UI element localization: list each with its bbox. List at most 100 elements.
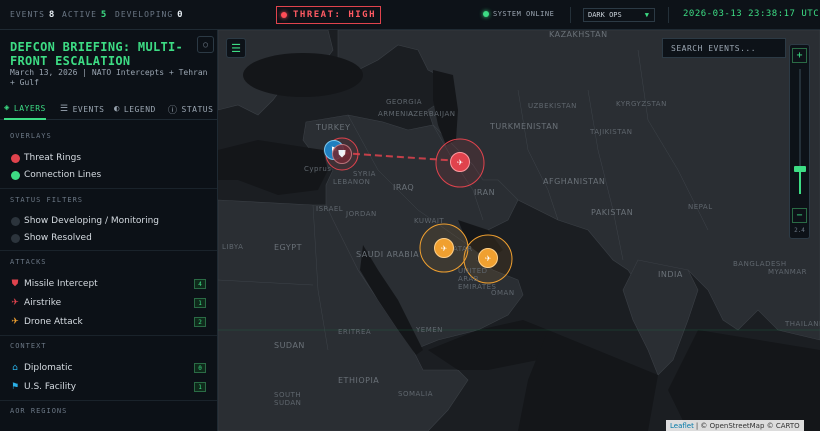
map-label: JORDAN <box>346 210 377 218</box>
airstrike-marker[interactable]: ✈ <box>450 152 470 172</box>
shield-icon: ⛊ <box>11 279 19 289</box>
threat-level-badge: THREAT: HIGH <box>276 6 381 24</box>
drone-attack-marker[interactable]: ✈ <box>434 238 454 258</box>
map-label: IRAN <box>474 188 496 197</box>
toggle-show-resolved[interactable]: Show Resolved <box>10 231 210 245</box>
map-label: BANGLADESH <box>733 260 787 268</box>
events-stat: EVENTS 8 <box>10 10 55 20</box>
map-menu-button[interactable]: ☰ <box>226 38 246 58</box>
filter-drone-attack[interactable]: ✈ Drone Attack 2 <box>10 315 210 329</box>
tab-legend[interactable]: ◐ LEGEND <box>114 98 156 120</box>
tab-events[interactable]: ☰ EVENTS <box>60 98 104 120</box>
divider <box>0 250 217 251</box>
drone-icon: ✈ <box>440 242 448 254</box>
info-icon: ⓘ <box>168 105 178 116</box>
map-label: SUDAN <box>274 341 305 350</box>
map-label: SAUDI ARABIA <box>356 250 420 259</box>
section-aor-regions: AOR REGIONS <box>10 407 68 415</box>
divider <box>0 400 217 401</box>
count-badge: 1 <box>194 298 206 308</box>
system-status-label: SYSTEM ONLINE <box>493 10 555 18</box>
map-label: IRAQ <box>393 183 415 192</box>
filter-label: Diplomatic <box>24 363 73 373</box>
map-label: EGYPT <box>274 243 302 252</box>
toggle-show-developing[interactable]: Show Developing / Monitoring <box>10 214 210 228</box>
briefing-title: DEFCON BRIEFING: MULTI-FRONT ESCALATION <box>10 40 184 68</box>
map-label: THAILAND <box>785 320 820 328</box>
map-label: ETHIOPIA <box>338 376 380 385</box>
tab-status[interactable]: ⓘ STATUS <box>168 98 213 120</box>
toggle-off-icon <box>10 233 20 243</box>
attribution-text: | © OpenStreetMap © CARTO <box>695 421 800 430</box>
palette-icon: ◐ <box>114 104 120 114</box>
zoom-slider-fill <box>799 169 801 194</box>
active-label: ACTIVE <box>62 10 97 19</box>
section-status-filters: STATUS FILTERS <box>10 196 84 204</box>
leaflet-link[interactable]: Leaflet <box>670 422 694 430</box>
map-label: GEORGIA <box>386 98 422 106</box>
section-context: CONTEXT <box>10 342 47 350</box>
tab-legend-label: LEGEND <box>123 104 156 114</box>
toggle-connection-lines[interactable]: Connection Lines <box>10 168 210 182</box>
basemap <box>218 30 820 431</box>
map-label: ERITREA <box>338 328 372 336</box>
map-label: ISRAEL <box>316 205 344 213</box>
zoom-slider-handle[interactable] <box>794 166 806 172</box>
plane-icon: ✈ <box>456 156 464 168</box>
count-badge: 1 <box>194 382 206 392</box>
layers-icon: ◈ <box>4 103 10 113</box>
map-label: SOMALIA <box>398 390 434 398</box>
map-label: OMAN <box>491 289 515 297</box>
map-label: LEBANON <box>333 178 371 186</box>
status-dot-icon <box>483 11 489 17</box>
map-label: NEPAL <box>688 203 713 211</box>
toggle-label: Show Resolved <box>24 233 92 243</box>
map-label: YEMEN <box>416 326 443 334</box>
filter-airstrike[interactable]: ✈ Airstrike 1 <box>10 296 210 310</box>
missile-intercept-marker[interactable]: ⛊ <box>332 144 352 164</box>
filter-label: Drone Attack <box>24 317 83 327</box>
map-label: KUWAIT <box>414 217 445 225</box>
developing-label: DEVELOPING <box>115 10 174 19</box>
toggle-label: Connection Lines <box>24 170 102 180</box>
collapse-sidebar-button[interactable]: ◯ <box>197 36 214 53</box>
map-label: SOUTH SUDAN <box>274 391 302 407</box>
shield-icon: ⛊ <box>338 148 346 160</box>
count-badge: 0 <box>194 363 206 373</box>
toggle-threat-rings[interactable]: Threat Rings <box>10 151 210 165</box>
divider <box>668 7 669 23</box>
map-view[interactable]: KAZAKHSTAN UZBEKISTAN KYRGYZSTAN TAJIKIS… <box>218 30 820 431</box>
filter-missile-intercept[interactable]: ⛊ Missile Intercept 4 <box>10 277 210 291</box>
zoom-level: 2.4 <box>794 227 805 234</box>
map-label: TURKEY <box>316 123 351 132</box>
zoom-in-button[interactable]: + <box>792 48 807 63</box>
section-attacks: ATTACKS <box>10 258 47 266</box>
active-stat: ACTIVE 5 <box>62 10 107 20</box>
theme-select[interactable]: DARK OPS ▼ <box>583 8 655 22</box>
filter-label: Airstrike <box>24 298 62 308</box>
search-events-input[interactable] <box>662 38 786 58</box>
zoom-out-button[interactable]: − <box>792 208 807 223</box>
map-label: KAZAKHSTAN <box>549 30 608 39</box>
filter-diplomatic[interactable]: ⌂ Diplomatic 0 <box>10 361 210 375</box>
filter-label: Missile Intercept <box>24 279 98 289</box>
chevron-down-icon: ▼ <box>644 11 649 19</box>
tab-layers[interactable]: ◈ LAYERS <box>4 98 46 120</box>
tab-events-label: EVENTS <box>72 104 105 114</box>
divider <box>0 335 217 336</box>
theme-select-value: DARK OPS <box>588 11 622 19</box>
count-badge: 2 <box>194 317 206 327</box>
briefing-subtitle: March 13, 2026 | NATO Intercepts + Tehra… <box>10 68 208 87</box>
zoom-slider-track[interactable] <box>799 69 801 194</box>
map-label: LIBYA <box>222 243 244 251</box>
section-overlays: OVERLAYS <box>10 132 52 140</box>
filter-label: U.S. Facility <box>24 382 77 392</box>
tab-layers-label: LAYERS <box>13 103 46 113</box>
filter-us-facility[interactable]: ⚑ U.S. Facility 1 <box>10 380 210 394</box>
map-label: UZBEKISTAN <box>528 102 577 110</box>
map-label: TAJIKISTAN <box>590 128 633 136</box>
divider <box>570 7 571 23</box>
toggle-label: Show Developing / Monitoring <box>24 216 159 226</box>
drone-attack-marker[interactable]: ✈ <box>478 248 498 268</box>
zoom-control: + − 2.4 <box>789 44 810 239</box>
